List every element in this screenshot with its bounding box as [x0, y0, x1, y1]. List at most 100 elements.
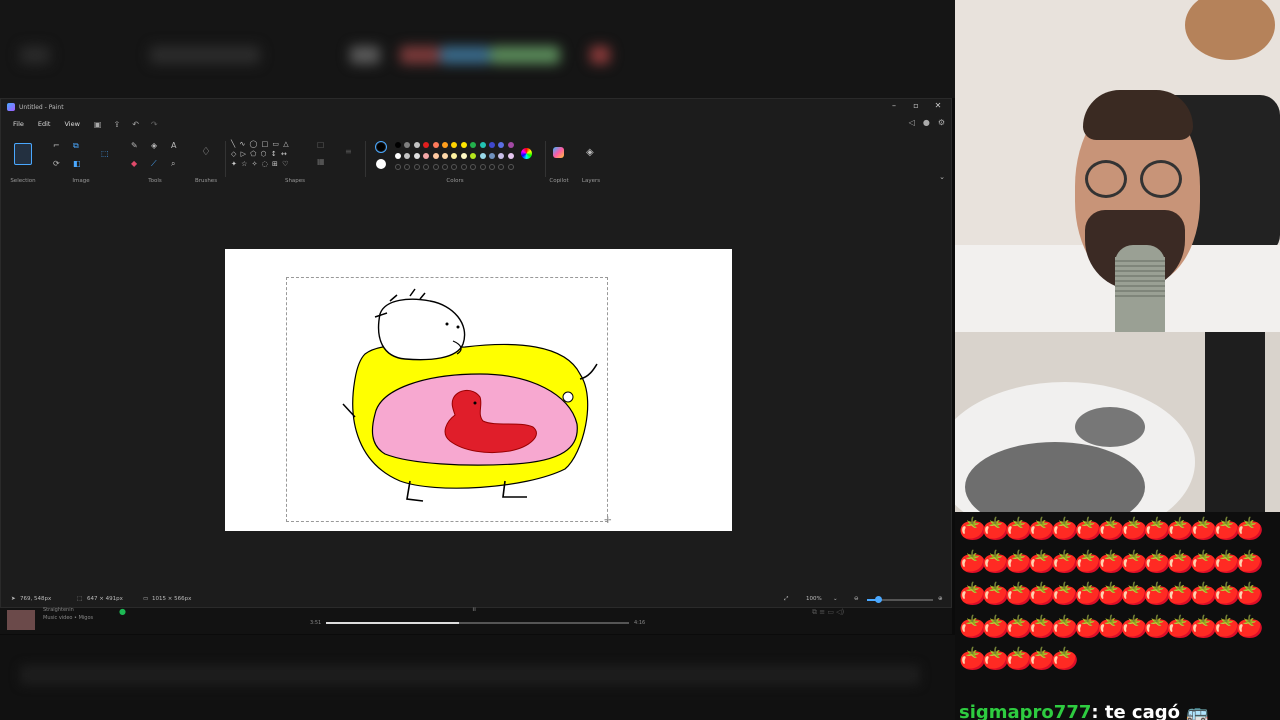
zoom-in-icon[interactable]: ⊕	[938, 596, 943, 602]
track-duration: 4:16	[634, 620, 646, 626]
image-select-icon[interactable]: ⬚	[101, 149, 109, 158]
palette-color-swatch[interactable]	[451, 142, 458, 148]
redo-icon[interactable]: ↷	[151, 120, 158, 129]
account-icon[interactable]: ●	[923, 118, 930, 127]
select-rect-icon[interactable]	[14, 143, 32, 165]
palette-color-swatch[interactable]	[432, 142, 439, 148]
magnifier-icon[interactable]: ⌕	[171, 159, 175, 169]
fit-to-window-icon[interactable]: ⤢	[784, 596, 788, 603]
palette-color-swatch[interactable]	[460, 142, 467, 148]
share-icon[interactable]: ⇪	[113, 120, 120, 129]
resize-icon[interactable]: ⧉	[73, 141, 79, 151]
eraser-icon[interactable]: ◆	[131, 159, 137, 168]
collapse-ribbon-icon[interactable]: ⌄	[939, 173, 945, 181]
secondary-color-swatch[interactable]	[376, 159, 386, 169]
custom-color-slot[interactable]	[432, 164, 439, 170]
settings-icon[interactable]: ⚙	[938, 118, 945, 127]
selection-label: Selection	[10, 178, 36, 184]
palette-color-swatch[interactable]	[395, 153, 401, 159]
divider	[225, 141, 226, 177]
custom-color-slot[interactable]	[470, 164, 477, 170]
player-controls-icon[interactable]: ⧉ ≡ ▭ ◁)	[812, 608, 844, 617]
custom-color-slot[interactable]	[413, 164, 420, 170]
custom-color-slot[interactable]	[404, 164, 411, 170]
fill-icon[interactable]: ◈	[151, 141, 157, 150]
palette-color-swatch[interactable]	[404, 153, 411, 159]
custom-color-slot[interactable]	[423, 164, 430, 170]
palette-color-swatch[interactable]	[395, 142, 401, 148]
palette-color-swatch[interactable]	[442, 153, 448, 159]
playback-progress[interactable]	[326, 622, 629, 624]
custom-color-slot[interactable]	[489, 164, 495, 170]
custom-color-slot[interactable]	[479, 164, 486, 170]
colors-label: Colors	[446, 178, 464, 184]
palette-color-swatch[interactable]	[507, 142, 514, 148]
flip-icon[interactable]: ◧	[73, 159, 81, 168]
palette-color-swatch[interactable]	[404, 142, 411, 148]
pause-icon[interactable]: ⏸	[472, 605, 477, 615]
palette-color-swatch[interactable]	[479, 142, 486, 148]
size-icon[interactable]: ≡	[345, 147, 352, 156]
menu-edit[interactable]: Edit	[36, 120, 53, 128]
tomato-emote: 🍅	[1005, 647, 1032, 672]
edit-colors-icon[interactable]	[521, 148, 532, 159]
menu-view[interactable]: View	[62, 120, 81, 128]
text-icon[interactable]: A	[171, 141, 176, 150]
drawing-canvas[interactable]: ✛	[225, 249, 732, 531]
palette-color-swatch[interactable]	[413, 142, 420, 148]
track-subtitle: Music video • Migos	[43, 615, 94, 621]
custom-color-slot[interactable]	[395, 164, 401, 170]
liked-icon[interactable]: ●	[119, 607, 126, 616]
primary-color-swatch[interactable]	[375, 141, 387, 153]
resize-handle-icon[interactable]: ✛	[604, 516, 612, 526]
palette-color-swatch[interactable]	[451, 153, 458, 159]
cat-gray-patch	[1075, 407, 1145, 447]
crop-icon[interactable]: ⌐	[53, 141, 60, 150]
zoom-out-icon[interactable]: ⊖	[854, 596, 859, 602]
shapes-gallery[interactable]: ╲ ∿ ◯ □ ▭ △ ◇ ▷ ⬠ ⬡ ↕ ↔ ✦ ☆ ✧ ◌ ⊞ ♡	[231, 139, 309, 173]
palette-color-swatch[interactable]	[442, 142, 448, 148]
paint-window: Untitled - Paint – ▫ ✕ File Edit View ▣ …	[0, 98, 952, 608]
layers-icon[interactable]: ◈	[586, 147, 594, 158]
palette-color-swatch[interactable]	[479, 153, 486, 159]
palette-color-swatch[interactable]	[423, 142, 430, 148]
palette-color-swatch[interactable]	[489, 142, 495, 148]
shape-fill-icon[interactable]: ▦	[317, 157, 325, 166]
custom-color-slot[interactable]	[498, 164, 505, 170]
palette-color-swatch[interactable]	[460, 153, 467, 159]
save-icon[interactable]: ▣	[94, 120, 102, 129]
tomato-emote: 🍅	[1166, 582, 1194, 607]
minimize-icon[interactable]: –	[887, 101, 901, 110]
custom-color-slot[interactable]	[442, 164, 448, 170]
chair-pole	[1205, 332, 1265, 512]
custom-color-slot[interactable]	[451, 164, 458, 170]
palette-color-swatch[interactable]	[507, 153, 514, 159]
custom-color-slot[interactable]	[507, 164, 514, 170]
copilot-icon[interactable]	[553, 147, 564, 158]
color-picker-icon[interactable]: ⟋	[151, 159, 157, 169]
custom-color-slot[interactable]	[460, 164, 467, 170]
menu-file[interactable]: File	[11, 120, 26, 128]
zoom-dropdown-icon[interactable]: ⌄	[833, 596, 838, 602]
maximize-icon[interactable]: ▫	[909, 101, 923, 110]
selection-rectangle[interactable]	[286, 277, 608, 522]
palette-color-swatch[interactable]	[423, 153, 430, 159]
palette-color-swatch[interactable]	[498, 142, 505, 148]
rotate-icon[interactable]: ⟳	[53, 159, 60, 168]
palette-color-swatch[interactable]	[432, 153, 439, 159]
close-icon[interactable]: ✕	[931, 101, 945, 110]
share-feedback-icon[interactable]: ◁	[909, 118, 915, 127]
palette-color-swatch[interactable]	[470, 142, 477, 148]
palette-color-swatch[interactable]	[489, 153, 495, 159]
undo-icon[interactable]: ↶	[132, 120, 139, 129]
palette-color-swatch[interactable]	[470, 153, 477, 159]
streamer-webcam	[955, 0, 1280, 332]
palette-color-swatch[interactable]	[498, 153, 505, 159]
pencil-icon[interactable]: ✎	[131, 141, 138, 150]
palette-color-swatch[interactable]	[413, 153, 420, 159]
brush-icon[interactable]: ♢	[201, 145, 211, 158]
outline-icon[interactable]: ☐	[317, 141, 324, 150]
tomato-emote: 🍅	[1028, 517, 1055, 542]
zoom-level[interactable]: 100%	[806, 596, 822, 602]
zoom-slider[interactable]	[867, 596, 933, 603]
